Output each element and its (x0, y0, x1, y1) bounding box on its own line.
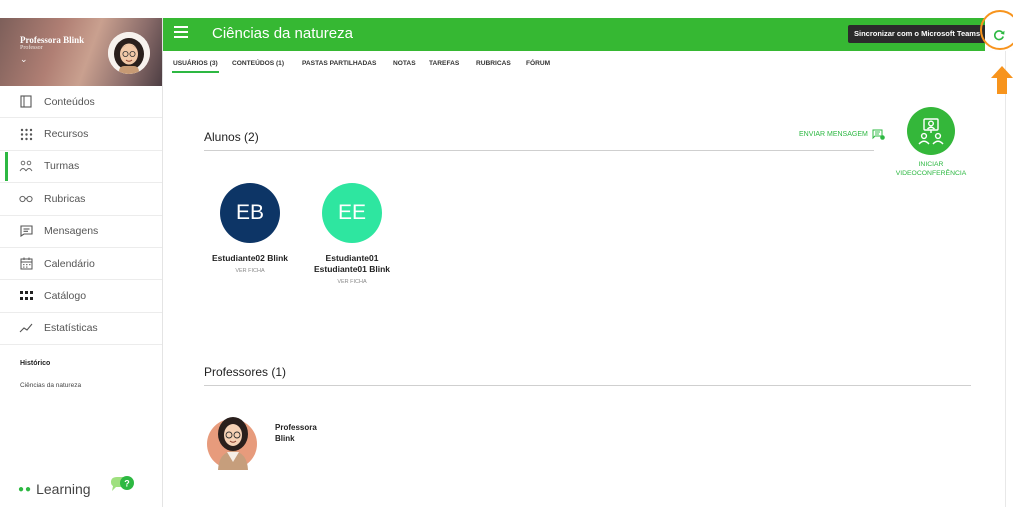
student-name-line1: Estudiante01 (325, 253, 379, 263)
send-message-button[interactable]: ENVIAR MENSAGEM (799, 129, 885, 140)
brand-word: Learning (36, 481, 91, 497)
page-title: Ciências da natureza (212, 25, 353, 42)
student-card[interactable]: EE Estudiante01 Estudiante01 Blink VER F… (297, 183, 407, 285)
history-panel: Histórico Ciências da natureza (20, 360, 81, 389)
grid-dots-icon (18, 126, 34, 142)
tab-conteudos[interactable]: CONTEÚDOS (1) (232, 60, 284, 67)
document-icon (18, 94, 34, 110)
sidebar-nav: Conteúdos Recursos Turmas Rubricas Mensa… (0, 86, 162, 346)
sidebar-item-estatisticas[interactable]: Estatísticas (0, 313, 162, 346)
profile-name: Professora Blink (20, 35, 85, 45)
tab-pastas-partilhadas[interactable]: PASTAS PARTILHADAS (302, 60, 376, 67)
highlight-circle (980, 10, 1013, 50)
brand-logo: ●● Learning (18, 481, 91, 497)
teachers-title: Professores (1) (204, 365, 287, 379)
sidebar-item-turmas[interactable]: Turmas (0, 151, 162, 184)
people-icon (18, 158, 34, 174)
tab-forum[interactable]: FÓRUM (526, 60, 550, 67)
sidebar: Professora Blink Professor ⌄ Conteúdos R… (0, 18, 163, 507)
send-message-label: ENVIAR MENSAGEM (799, 131, 868, 138)
teacher-name-line2: Blink (275, 433, 295, 443)
history-title: Histórico (20, 360, 51, 367)
arrow-up-icon (991, 66, 1013, 94)
videoconference-label[interactable]: INICIAR VIDEOCONFERÊNCIA (879, 160, 983, 178)
student-avatar: EE (322, 183, 382, 243)
sidebar-item-label: Recursos (44, 128, 89, 141)
scrollbar[interactable] (1005, 51, 1013, 507)
sync-tooltip: Sincronizar com o Microsoft Teams (848, 25, 992, 43)
students-title: Alunos (2) (204, 130, 259, 144)
view-profile-link[interactable]: VER FICHA (195, 268, 305, 274)
tab-notas[interactable]: NOTAS (393, 60, 416, 67)
help-chat-icon[interactable]: ? (108, 474, 138, 496)
view-profile-link[interactable]: VER FICHA (297, 279, 407, 285)
sidebar-item-calendario[interactable]: Calendário (0, 248, 162, 281)
svg-text:?: ? (124, 479, 130, 489)
glasses-icon (18, 191, 34, 207)
tab-usuarios[interactable]: USUÁRIOS (3) (172, 60, 219, 73)
sidebar-item-mensagens[interactable]: Mensagens (0, 216, 162, 248)
tab-rubricas[interactable]: RUBRICAS (476, 60, 511, 67)
app-root: Professora Blink Professor ⌄ Conteúdos R… (0, 0, 1013, 507)
profile-header[interactable]: Professora Blink Professor ⌄ (0, 18, 162, 86)
avatar (205, 410, 259, 470)
students-divider (204, 150, 874, 151)
student-card[interactable]: EB Estudiante02 Blink VER FICHA (195, 183, 305, 274)
brand-dots: ●● (18, 483, 33, 495)
videoconference-icon (918, 118, 944, 145)
videoconference-label-line1: INICIAR (918, 161, 944, 168)
sidebar-item-label: Catálogo (44, 290, 87, 303)
avatar (108, 32, 150, 74)
calendar-icon (18, 256, 34, 272)
sidebar-item-label: Turmas (44, 160, 80, 173)
tab-tarefas[interactable]: TAREFAS (429, 60, 459, 67)
sidebar-item-recursos[interactable]: Recursos (0, 118, 162, 151)
student-name: Estudiante02 Blink (211, 253, 289, 263)
hamburger-icon[interactable] (174, 26, 188, 38)
start-videoconference-button[interactable] (907, 107, 955, 155)
catalog-icon (18, 288, 34, 304)
sidebar-item-label: Calendário (44, 257, 95, 270)
sidebar-item-label: Rubricas (44, 192, 86, 205)
history-link[interactable]: Ciências da natureza (20, 382, 81, 389)
teacher-name-line1: Professora (275, 423, 317, 432)
sidebar-item-rubricas[interactable]: Rubricas (0, 183, 162, 216)
top-bar: Ciências da natureza Sincronizar com o M… (163, 10, 1013, 51)
student-name: Estudiante01 Estudiante01 Blink (297, 253, 407, 275)
sidebar-item-conteudos[interactable]: Conteúdos (0, 86, 162, 119)
main-content: Alunos (2) ENVIAR MENSAGEM INICIAR VIDEO… (163, 76, 1003, 507)
sidebar-item-label: Conteúdos (44, 95, 95, 108)
chevron-down-icon[interactable]: ⌄ (20, 54, 28, 65)
teachers-divider (204, 385, 971, 386)
message-add-icon (872, 129, 885, 140)
sidebar-item-label: Estatísticas (44, 322, 98, 335)
profile-role: Professor (20, 45, 43, 51)
message-icon (18, 223, 34, 239)
tab-bar: USUÁRIOS (3) CONTEÚDOS (1) PASTAS PARTIL… (163, 51, 1013, 76)
chart-line-icon (18, 320, 34, 336)
sidebar-item-catalogo[interactable]: Catálogo (0, 280, 162, 313)
sidebar-item-label: Mensagens (44, 225, 99, 238)
student-avatar: EB (220, 183, 280, 243)
teacher-name: Professora Blink (275, 423, 317, 444)
student-name-line2: Estudiante01 Blink (313, 264, 391, 274)
videoconference-label-line2: VIDEOCONFERÊNCIA (895, 170, 967, 177)
